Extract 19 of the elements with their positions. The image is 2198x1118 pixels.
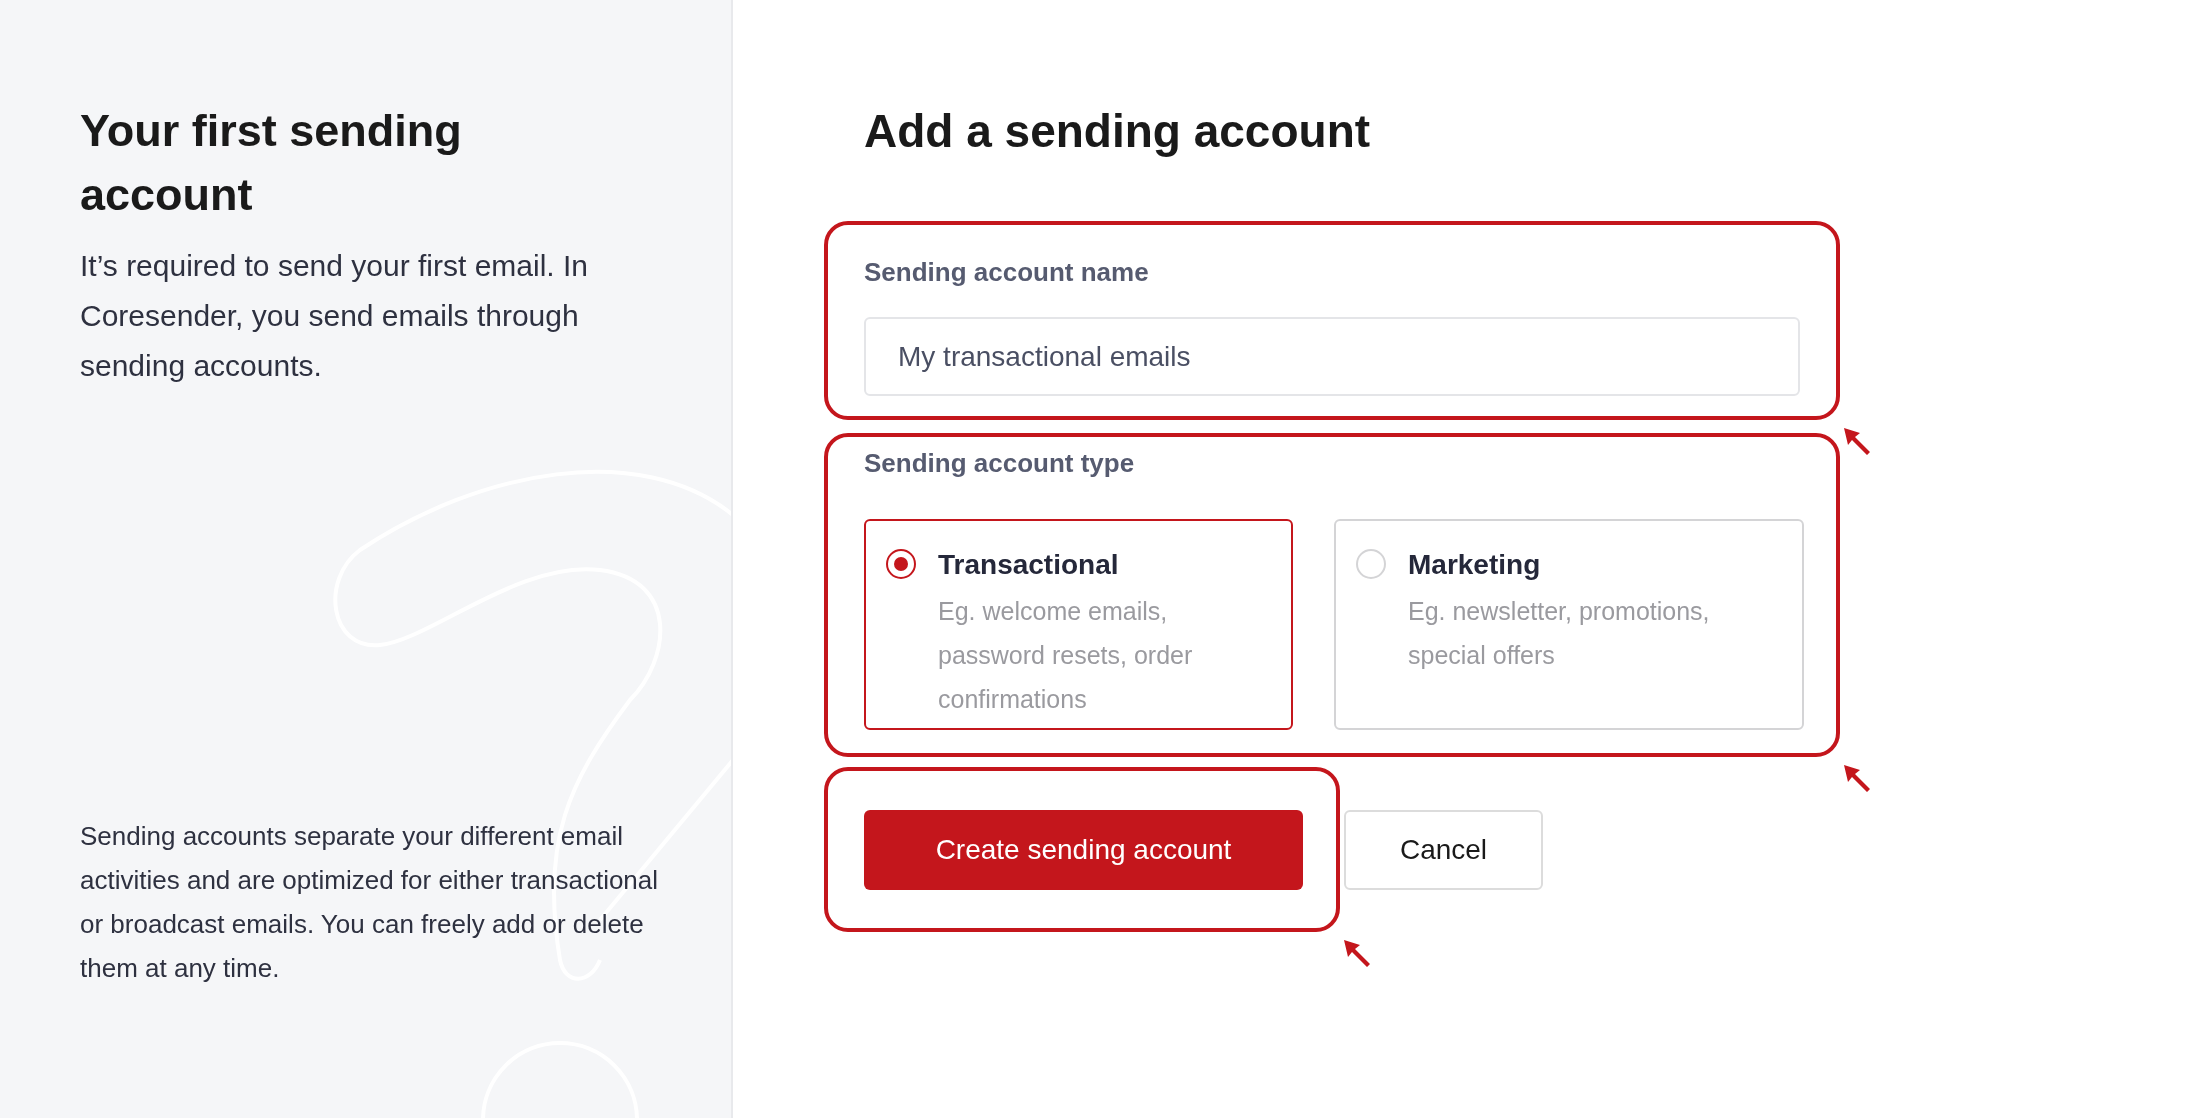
name-input[interactable]: My transactional emails	[864, 317, 1800, 396]
field-label: Sending account type	[864, 447, 1136, 479]
type-option[interactable]: Transactional Eg. welcome emails, password resets, order confirmations	[864, 519, 1293, 730]
intro-text: It’s required to send your first email. In Coresender, you send emails through sending accounts.	[80, 248, 589, 384]
create-button[interactable]: Create sending account	[864, 810, 1303, 890]
type-option[interactable]: Marketing Eg. newsletter, promotions, special offers	[1334, 519, 1804, 730]
cancel-button[interactable]: Cancel	[1344, 810, 1543, 890]
arrow-icon	[1842, 763, 1872, 793]
radio-button[interactable]	[886, 549, 916, 579]
field-label: Sending account name	[864, 256, 1150, 288]
option-description: Eg. newsletter, promotions, special offers	[1408, 596, 1711, 671]
option-description: Eg. welcome emails, password resets, order confirmations	[938, 596, 1194, 715]
option-title: Marketing	[1408, 548, 1542, 582]
option-title: Transactional	[938, 548, 1120, 582]
side-title: Your first sending account	[80, 104, 463, 222]
note-text: Sending accounts separate your different email activities and are optimized for either transactional or broadcast emails. You can freely add or delete them at any time.	[80, 820, 660, 985]
arrow-icon	[1842, 426, 1872, 456]
form-title: Add a sending account	[864, 104, 1372, 159]
arrow-icon	[1342, 938, 1372, 968]
